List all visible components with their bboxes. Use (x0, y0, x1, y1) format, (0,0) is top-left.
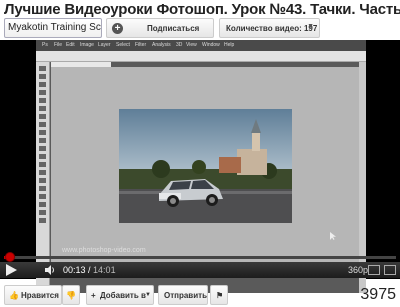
view-count: 3975 (360, 286, 396, 303)
time-separator: / (85, 265, 94, 275)
duration: 14:01 (93, 265, 116, 275)
fullscreen-icon[interactable] (384, 265, 396, 275)
add-to-label: Добавить в (100, 291, 146, 300)
volume-icon[interactable] (44, 264, 56, 276)
video-page: Лучшие Видеоуроки Фотошоп. Урок №43. Тач… (0, 0, 400, 307)
play-icon[interactable] (6, 264, 17, 276)
action-bar: 👍 Нравится 👎 + Добавить в ▼ Отправить ⚑ … (0, 285, 400, 307)
share-button[interactable]: Отправить (158, 285, 208, 305)
thumbs-up-icon: 👍 (9, 291, 19, 300)
car-photo (119, 109, 292, 223)
like-button[interactable]: 👍 Нравится (4, 285, 62, 305)
flag-icon: ⚑ (216, 291, 224, 300)
time-display: 00:13 / 14:01 (63, 265, 116, 275)
plus-icon: + (91, 291, 96, 300)
seek-track (4, 256, 396, 259)
current-time: 00:13 (63, 265, 86, 275)
channel-bar: Myakotin Training School + Подписаться К… (0, 18, 400, 39)
chevron-down-icon: ▼ (307, 23, 314, 30)
widescreen-icon[interactable] (368, 265, 380, 275)
video-count-button[interactable]: Количество видео: 197 ▼ (219, 18, 320, 38)
subscribe-label: Подписаться (147, 24, 200, 33)
thumbs-down-icon: 👎 (66, 291, 76, 300)
video-title: Лучшие Видеоуроки Фотошоп. Урок №43. Тач… (4, 1, 400, 18)
dislike-button[interactable]: 👎 (62, 285, 80, 305)
ps-menu-bar: Ps File Edit Image Layer Select Filter Analys… (36, 40, 366, 51)
quality-button[interactable]: 360p (348, 265, 368, 275)
add-to-button[interactable]: + Добавить в ▼ (86, 285, 154, 305)
flag-button[interactable]: ⚑ (210, 285, 228, 305)
like-label: Нравится (21, 291, 59, 300)
seek-handle[interactable] (5, 252, 15, 262)
plus-icon: + (112, 23, 123, 34)
player-controls: 00:13 / 14:01 360p (0, 262, 400, 278)
channel-name-link[interactable]: Myakotin Training School (4, 18, 102, 38)
subscribe-button[interactable]: + Подписаться (106, 18, 214, 38)
ps-options-bar (36, 51, 366, 62)
video-count-label: Количество видео: 197 (226, 24, 318, 33)
chevron-down-icon: ▼ (145, 292, 151, 298)
share-label: Отправить (164, 291, 207, 300)
seek-bar[interactable] (0, 252, 400, 262)
video-player[interactable]: Ps File Edit Image Layer Select Filter Analys… (0, 40, 400, 293)
